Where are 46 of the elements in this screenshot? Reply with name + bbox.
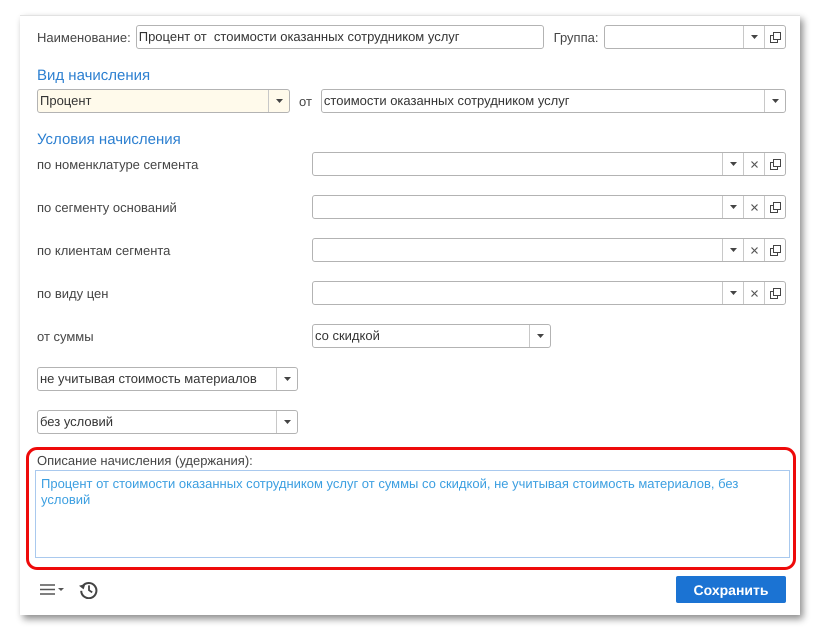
dropdown-field[interactable]: без условий bbox=[37, 410, 298, 434]
dropdown-field[interactable] bbox=[312, 152, 786, 176]
caret-icon bbox=[730, 291, 736, 295]
save-button[interactable]: Сохранить bbox=[676, 576, 786, 603]
caret-icon bbox=[284, 377, 290, 381]
condition-label: по сегменту оснований bbox=[37, 200, 178, 214]
dropdown-field[interactable]: стоимости оказанных сотрудником услуг bbox=[320, 89, 786, 113]
clear-icon bbox=[750, 290, 758, 296]
dropdown-field[interactable] bbox=[312, 195, 786, 219]
caret-icon bbox=[730, 205, 736, 209]
section-heading: Вид начисления bbox=[37, 67, 152, 85]
overlapping-squares-icon bbox=[770, 288, 780, 298]
clear-icon bbox=[750, 204, 758, 210]
dropdown-field[interactable]: не учитывая стоимость материалов bbox=[37, 367, 298, 391]
caret-icon bbox=[58, 588, 64, 591]
overlapping-squares-icon bbox=[770, 158, 780, 170]
dropdown-field[interactable]: со скидкой bbox=[312, 324, 551, 348]
overlapping-squares-icon bbox=[770, 32, 780, 42]
caret-icon bbox=[276, 99, 282, 103]
menu-button[interactable] bbox=[40, 584, 64, 595]
name-field[interactable]: Процент от стоимости оказанных сотрудником услуг bbox=[136, 25, 544, 49]
condition-label: по клиентам сегмента bbox=[37, 242, 172, 258]
field-label: Группа: bbox=[554, 30, 598, 44]
caret-icon bbox=[730, 248, 736, 252]
caret-icon bbox=[536, 334, 544, 338]
caret-icon bbox=[750, 35, 758, 39]
field-label: Наименование: bbox=[37, 30, 131, 44]
connector-label: от bbox=[299, 94, 312, 108]
condition-label: по номенклатуре сегмента bbox=[37, 156, 200, 172]
caret-icon bbox=[284, 420, 290, 424]
dropdown-field[interactable]: Процент bbox=[37, 89, 290, 113]
overlapping-squares-icon bbox=[770, 244, 780, 256]
menu-icon bbox=[40, 584, 55, 595]
dropdown-field[interactable] bbox=[312, 281, 786, 305]
history-icon[interactable] bbox=[79, 580, 98, 599]
clear-icon bbox=[750, 246, 758, 254]
dropdown-field[interactable] bbox=[312, 238, 786, 262]
condition-label: по виду цен bbox=[37, 286, 110, 300]
field-label: Описание начисления (удержания): bbox=[36, 453, 254, 469]
caret-icon bbox=[772, 99, 778, 103]
section-heading: Условия начисления bbox=[37, 131, 182, 149]
overlapping-squares-icon bbox=[770, 202, 780, 212]
condition-label: от суммы bbox=[37, 328, 95, 344]
caret-icon bbox=[730, 162, 736, 166]
clear-icon bbox=[750, 160, 758, 168]
dropdown-field[interactable] bbox=[604, 25, 786, 49]
